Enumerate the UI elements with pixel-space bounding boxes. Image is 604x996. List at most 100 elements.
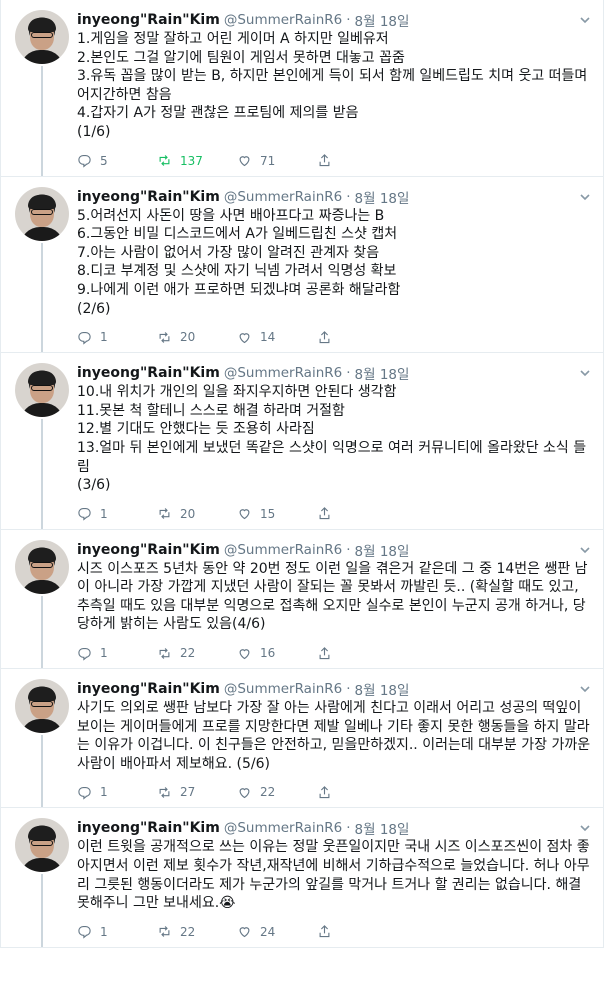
display-name[interactable]: inyeong"Rain"Kim xyxy=(77,365,220,381)
reply-button[interactable]: 5 xyxy=(77,153,157,168)
reply-button[interactable]: 1 xyxy=(77,924,157,939)
display-name[interactable]: inyeong"Rain"Kim xyxy=(77,189,220,205)
like-button[interactable]: 24 xyxy=(237,924,317,939)
reply-icon xyxy=(78,155,91,168)
like-button[interactable]: 71 xyxy=(237,153,317,168)
thread-connector-line xyxy=(41,595,43,669)
reply-icon xyxy=(78,508,91,521)
like-count: 24 xyxy=(260,924,276,939)
retweet-count: 27 xyxy=(180,785,196,800)
user-handle[interactable]: @SummerRainR6 xyxy=(224,681,342,697)
tweet-thread: inyeong"Rain"Kim @SummerRainR6 · 8월 18일 … xyxy=(0,0,604,948)
avatar[interactable] xyxy=(15,818,69,873)
like-count: 22 xyxy=(260,785,276,800)
like-button[interactable]: 22 xyxy=(237,785,317,800)
chevron-down-icon[interactable] xyxy=(579,544,591,556)
retweet-count: 22 xyxy=(180,646,196,661)
share-button[interactable] xyxy=(317,506,340,521)
chevron-down-icon[interactable] xyxy=(579,14,591,26)
user-handle[interactable]: @SummerRainR6 xyxy=(224,365,342,381)
avatar[interactable] xyxy=(15,679,69,734)
tweet-date[interactable]: 8월 18일 xyxy=(355,363,410,383)
retweet-button[interactable]: 22 xyxy=(157,646,237,661)
user-handle[interactable]: @SummerRainR6 xyxy=(224,189,342,205)
tweet[interactable]: inyeong"Rain"Kim @SummerRainR6 · 8월 18일 … xyxy=(1,669,603,809)
reply-button[interactable]: 1 xyxy=(77,646,157,661)
tweet-actions: 1 20 14 xyxy=(77,322,593,352)
tweet-actions: 1 27 22 xyxy=(77,777,593,807)
tweet-actions: 5 137 71 xyxy=(77,146,593,176)
thread-connector-line xyxy=(41,242,43,353)
share-icon xyxy=(319,786,330,798)
share-button[interactable] xyxy=(317,330,340,345)
chevron-down-icon[interactable] xyxy=(579,191,591,203)
avatar[interactable] xyxy=(15,363,69,418)
like-count: 71 xyxy=(260,153,276,168)
separator-dot: · xyxy=(346,12,351,28)
reply-button[interactable]: 1 xyxy=(77,785,157,800)
separator-dot: · xyxy=(346,541,351,558)
share-button[interactable] xyxy=(317,924,340,939)
like-icon xyxy=(239,648,250,659)
tweet[interactable]: inyeong"Rain"Kim @SummerRainR6 · 8월 18일 … xyxy=(1,530,603,670)
retweet-count: 137 xyxy=(180,153,203,168)
display-name[interactable]: inyeong"Rain"Kim xyxy=(77,681,220,697)
reply-button[interactable]: 1 xyxy=(77,330,157,345)
reply-icon xyxy=(78,786,91,800)
reply-count: 1 xyxy=(100,506,108,521)
retweet-icon xyxy=(159,926,170,938)
tweet[interactable]: inyeong"Rain"Kim @SummerRainR6 · 8월 18일 … xyxy=(1,808,603,948)
tweet-date[interactable]: 8월 18일 xyxy=(355,818,410,838)
user-handle[interactable]: @SummerRainR6 xyxy=(224,542,342,558)
retweet-button[interactable]: 20 xyxy=(157,506,237,521)
share-button[interactable] xyxy=(317,646,340,661)
chevron-down-icon[interactable] xyxy=(579,367,591,379)
tweet-text: 10.내 위치가 개인의 일을 좌지우지하면 안된다 생각함 11.못본 척 할… xyxy=(77,384,587,494)
tweet[interactable]: inyeong"Rain"Kim @SummerRainR6 · 8월 18일 … xyxy=(1,0,603,177)
avatar[interactable] xyxy=(15,10,69,64)
like-icon xyxy=(239,927,250,938)
thread-connector-line xyxy=(41,874,43,947)
tweet-header: inyeong"Rain"Kim @SummerRainR6 · 8월 18일 xyxy=(77,187,593,207)
tweet[interactable]: inyeong"Rain"Kim @SummerRainR6 · 8월 18일 … xyxy=(1,177,603,354)
tweet-text: 시즈 이스포즈 5년차 동안 약 20번 정도 이런 일을 겪은거 같은데 그 … xyxy=(77,560,588,633)
retweet-icon xyxy=(159,647,170,659)
like-button[interactable]: 15 xyxy=(237,506,317,521)
tweet-header: inyeong"Rain"Kim @SummerRainR6 · 8월 18일 xyxy=(77,818,593,838)
reply-button[interactable]: 1 xyxy=(77,506,157,521)
display-name[interactable]: inyeong"Rain"Kim xyxy=(77,820,220,836)
retweet-count: 20 xyxy=(180,330,196,345)
display-name[interactable]: inyeong"Rain"Kim xyxy=(77,542,220,558)
tweet-date[interactable]: 8월 18일 xyxy=(355,679,410,699)
avatar[interactable] xyxy=(15,186,69,241)
tweet-date[interactable]: 8월 18일 xyxy=(355,187,410,207)
user-handle[interactable]: @SummerRainR6 xyxy=(224,12,342,28)
tweet-actions: 1 20 15 xyxy=(77,499,593,529)
tweet-header: inyeong"Rain"Kim @SummerRainR6 · 8월 18일 xyxy=(77,363,593,383)
like-button[interactable]: 14 xyxy=(237,330,317,345)
retweet-button[interactable]: 137 xyxy=(157,153,237,168)
reply-count: 1 xyxy=(100,924,108,939)
retweet-button[interactable]: 22 xyxy=(157,924,237,939)
like-icon xyxy=(239,332,250,343)
retweet-button[interactable]: 20 xyxy=(157,330,237,345)
share-button[interactable] xyxy=(317,785,340,800)
user-handle[interactable]: @SummerRainR6 xyxy=(224,820,342,836)
tweet-date[interactable]: 8월 18일 xyxy=(355,10,410,30)
chevron-down-icon[interactable] xyxy=(579,822,591,834)
tweet-text: 이런 트윗을 공개적으로 쓰는 이유는 정말 웃픈일이지만 국내 시즈 이스포즈… xyxy=(77,839,590,912)
chevron-down-icon[interactable] xyxy=(579,683,591,695)
like-count: 14 xyxy=(260,330,276,345)
share-icon xyxy=(319,154,330,167)
tweet-actions: 1 22 24 xyxy=(77,917,593,947)
avatar[interactable] xyxy=(15,539,69,594)
retweet-button[interactable]: 27 xyxy=(157,785,237,800)
display-name[interactable]: inyeong"Rain"Kim xyxy=(77,12,220,28)
like-button[interactable]: 16 xyxy=(237,646,317,661)
tweet-date[interactable]: 8월 18일 xyxy=(355,540,410,560)
reply-count: 5 xyxy=(100,153,108,168)
share-button[interactable] xyxy=(317,153,340,168)
like-count: 16 xyxy=(260,646,276,661)
like-icon xyxy=(239,156,250,167)
tweet[interactable]: inyeong"Rain"Kim @SummerRainR6 · 8월 18일 … xyxy=(1,353,603,530)
